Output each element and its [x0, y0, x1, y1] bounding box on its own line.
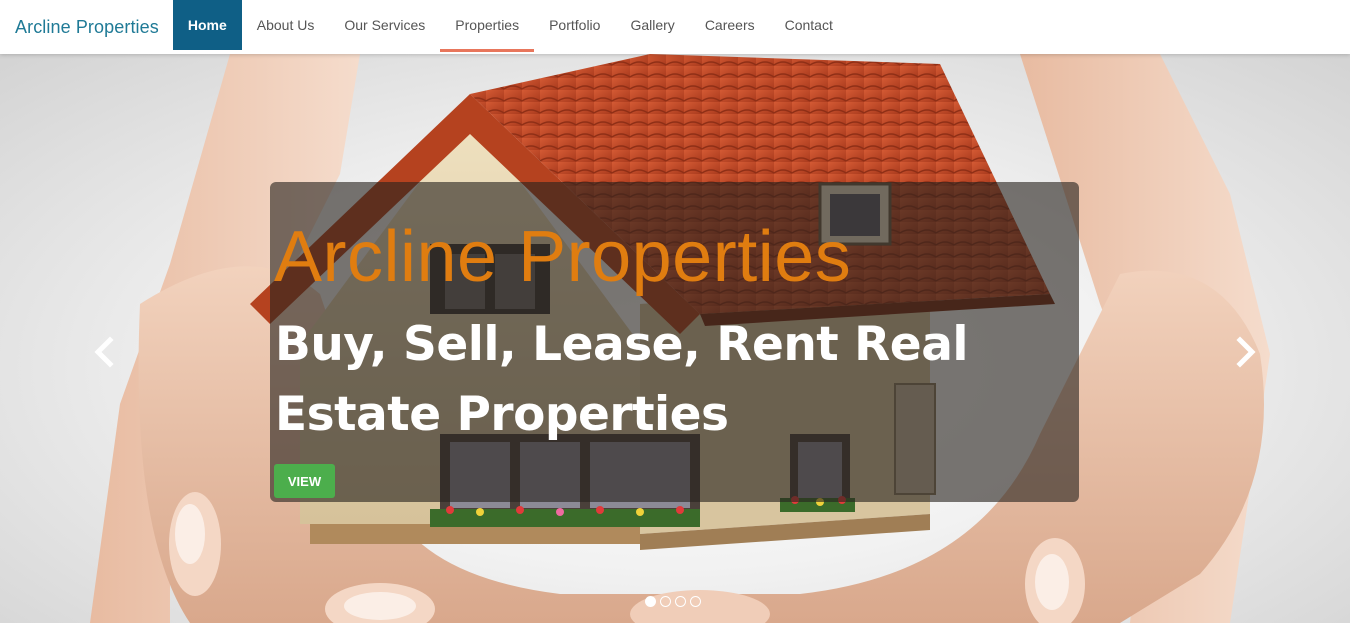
nav-item-about-us[interactable]: About Us [242, 0, 330, 50]
hero-caption-box: Arcline Properties Buy, Sell, Lease, Ren… [270, 182, 1079, 502]
nav-item-portfolio[interactable]: Portfolio [534, 0, 615, 50]
nav-item-careers[interactable]: Careers [690, 0, 770, 50]
nav-item-contact[interactable]: Contact [770, 0, 848, 50]
brand-logo-link[interactable]: Arcline Properties [0, 0, 173, 54]
carousel-indicator-4[interactable] [690, 596, 701, 607]
chevron-right-icon [1236, 336, 1256, 368]
carousel-prev-button[interactable] [90, 332, 120, 372]
carousel-indicator-1[interactable] [645, 596, 656, 607]
carousel-indicators [645, 596, 701, 607]
nav-item-properties[interactable]: Properties [440, 0, 534, 52]
hero-carousel: Arcline Properties Buy, Sell, Lease, Ren… [0, 54, 1350, 623]
view-button[interactable]: VIEW [274, 464, 335, 498]
hero-subtitle: Buy, Sell, Lease, Rent Real Estate Prope… [275, 317, 969, 442]
carousel-indicator-2[interactable] [660, 596, 671, 607]
nav-item-our-services[interactable]: Our Services [329, 0, 440, 50]
nav-item-home[interactable]: Home [172, 0, 242, 50]
main-nav: Home About Us Our Services Properties Po… [172, 0, 848, 54]
carousel-next-button[interactable] [1230, 332, 1260, 372]
top-navbar: Arcline Properties Home About Us Our Ser… [0, 0, 1350, 54]
chevron-left-icon [94, 336, 114, 368]
carousel-indicator-3[interactable] [675, 596, 686, 607]
hero-title: Arcline Properties [274, 217, 852, 297]
nav-item-gallery[interactable]: Gallery [615, 0, 689, 50]
